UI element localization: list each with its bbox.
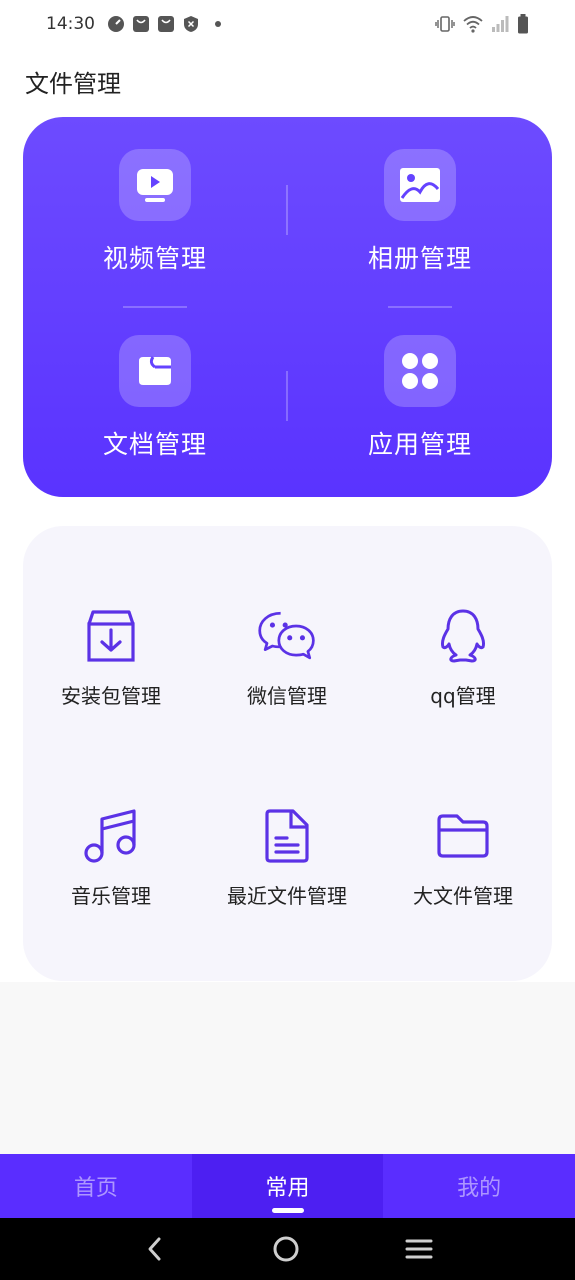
qq-manager-tile[interactable]: qq管理 [375, 606, 551, 726]
music-icon [84, 809, 136, 863]
photo-icon [400, 168, 440, 202]
recent-files-tile[interactable]: 最近文件管理 [199, 806, 375, 926]
package-manager-label: 安装包管理 [61, 684, 161, 708]
folder-icon [437, 814, 489, 858]
document-icon [265, 809, 309, 863]
divider [286, 371, 288, 421]
bottom-nav: 首页 常用 我的 [0, 1154, 575, 1218]
app-manager-label: 应用管理 [367, 430, 472, 459]
divider [388, 306, 452, 308]
wechat-manager-label: 微信管理 [247, 684, 327, 708]
speedometer-icon [108, 16, 124, 32]
primary-card: 视频管理 相册管理 文档管理 应用管理 [23, 117, 552, 497]
photo-icon-box [384, 149, 456, 221]
qq-icon [441, 609, 485, 663]
notification-icons [107, 15, 221, 33]
vibrate-icon [435, 16, 455, 32]
wechat-manager-tile[interactable]: 微信管理 [199, 606, 375, 726]
tab-common[interactable]: 常用 [191, 1154, 384, 1218]
shopping-bag-icon [158, 16, 174, 32]
package-manager-tile[interactable]: 安装包管理 [23, 606, 199, 726]
large-files-tile[interactable]: 大文件管理 [375, 806, 551, 926]
video-manager-tile[interactable]: 视频管理 [55, 149, 255, 299]
apps-icon [402, 353, 438, 389]
active-tab-indicator [271, 1208, 304, 1213]
tab-mine-label: 我的 [457, 1176, 502, 1201]
package-icon [87, 610, 135, 662]
document-manager-tile[interactable]: 文档管理 [55, 335, 255, 485]
wifi-icon [463, 16, 483, 33]
signal-icon [492, 16, 509, 32]
recent-files-label: 最近文件管理 [227, 884, 347, 908]
tab-home-label: 首页 [73, 1176, 118, 1201]
tab-home[interactable]: 首页 [0, 1154, 192, 1218]
video-icon [137, 169, 173, 202]
tab-mine[interactable]: 我的 [383, 1154, 575, 1218]
back-icon[interactable] [143, 1235, 167, 1263]
shopping-bag-icon [133, 16, 149, 32]
status-bar: 14:30 [0, 0, 575, 48]
system-nav-bar [0, 1218, 575, 1280]
qq-manager-label: qq管理 [430, 684, 496, 708]
apps-icon-box [384, 335, 456, 407]
wallet-folder-icon [139, 356, 171, 385]
secondary-card: 安装包管理 微信管理 qq管理 音乐管理 最近文件管理 大文件管理 [23, 526, 552, 981]
album-manager-tile[interactable]: 相册管理 [320, 149, 520, 299]
recents-icon[interactable] [405, 1237, 433, 1261]
document-manager-label: 文档管理 [102, 430, 207, 459]
album-manager-label: 相册管理 [367, 244, 472, 273]
status-time: 14:30 [46, 14, 95, 34]
wechat-icon [258, 611, 315, 660]
video-manager-label: 视频管理 [102, 244, 207, 273]
dot-icon [215, 21, 221, 27]
app-manager-tile[interactable]: 应用管理 [320, 335, 520, 485]
music-manager-label: 音乐管理 [71, 884, 151, 908]
music-manager-tile[interactable]: 音乐管理 [23, 806, 199, 926]
divider [286, 185, 288, 235]
page-title: 文件管理 [25, 70, 121, 98]
battery-icon [518, 14, 528, 34]
wallet-folder-icon-box [119, 335, 191, 407]
home-icon[interactable] [272, 1235, 300, 1263]
shield-icon [184, 16, 198, 32]
divider [123, 306, 187, 308]
tab-common-label: 常用 [265, 1176, 310, 1201]
system-status-icons [435, 14, 529, 34]
large-files-label: 大文件管理 [413, 884, 513, 908]
video-icon-box [119, 149, 191, 221]
